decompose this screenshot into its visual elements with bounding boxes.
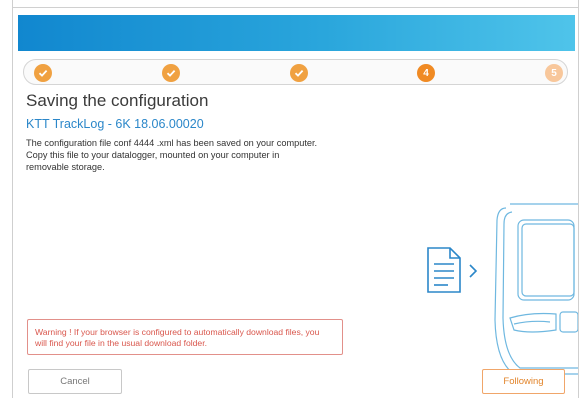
page-title: Saving the configuration	[26, 91, 209, 110]
progress-stepper: 4 5	[23, 59, 568, 85]
download-warning: Warning ! If your browser is configured …	[27, 319, 343, 355]
step-2-checkmark-icon[interactable]	[162, 64, 180, 82]
step-3-checkmark-icon[interactable]	[290, 64, 308, 82]
document-icon	[427, 247, 461, 293]
datalogger-illustration	[427, 203, 578, 375]
device-subtitle: KTT TrackLog - 6K 18.06.00020	[26, 117, 204, 131]
instructions-line: Copy this file to your datalogger, mount…	[26, 150, 280, 160]
header-banner	[18, 15, 575, 51]
cancel-button[interactable]: Cancel	[28, 369, 122, 394]
step-4-indicator: 4	[417, 64, 435, 82]
wizard-window: 4 5 Saving the configuration KTT TrackLo…	[12, 0, 579, 398]
following-button[interactable]: Following	[482, 369, 565, 394]
warning-line: will find your file in the usual downloa…	[35, 338, 207, 348]
instructions-line: removable storage.	[26, 162, 105, 172]
arrow-right-icon	[469, 264, 478, 278]
step-1-checkmark-icon[interactable]	[34, 64, 52, 82]
step-5-indicator: 5	[545, 64, 563, 82]
datalogger-device-icon	[494, 203, 578, 375]
instructions-line: The configuration file conf 4444 .xml ha…	[26, 138, 318, 148]
warning-line: Warning ! If your browser is configured …	[35, 327, 320, 337]
top-divider	[13, 7, 578, 8]
instructions-text: The configuration file conf 4444 .xml ha…	[26, 137, 366, 173]
